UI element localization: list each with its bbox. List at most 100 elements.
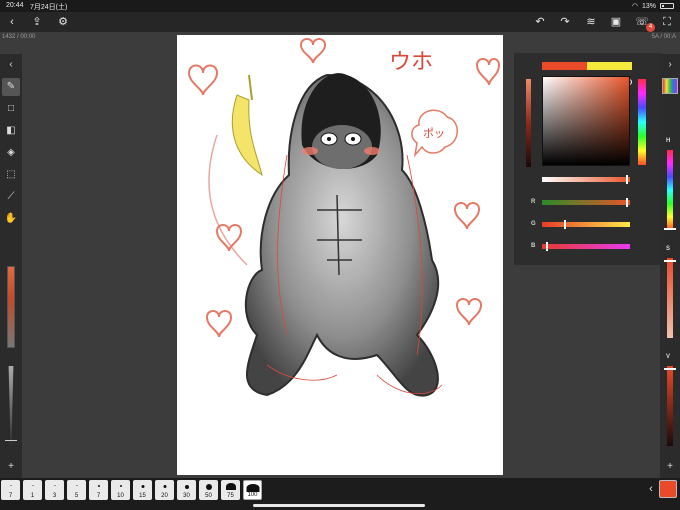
hue-bar[interactable] <box>667 150 673 230</box>
gorilla-pupil-left <box>327 137 331 141</box>
current-color-swatch[interactable] <box>659 480 677 498</box>
select-tool-icon[interactable]: ⬚ <box>2 166 20 184</box>
share-icon[interactable]: ⇪ <box>29 14 45 30</box>
brush-size-label: 7 <box>96 493 101 499</box>
brush-dot <box>163 485 166 488</box>
heart <box>205 310 233 338</box>
fill-tool-icon[interactable]: ◈ <box>2 144 20 162</box>
brush-size-preset[interactable]: 7 <box>89 480 108 500</box>
brush-size-preset[interactable]: 7 <box>1 480 20 500</box>
brush-dot <box>97 485 100 487</box>
brush-size-preset[interactable]: 1 <box>23 480 42 500</box>
brush-size-preset[interactable]: 75 <box>221 480 240 500</box>
chevron-left-icon[interactable]: ‹ <box>643 481 659 497</box>
eyedropper-tool-icon[interactable]: ⟋ <box>2 188 20 206</box>
canvas-text-uho: ウホ <box>389 50 433 75</box>
g-slider[interactable] <box>542 220 630 229</box>
brush-dot <box>246 484 259 492</box>
hue-strip[interactable] <box>638 79 646 165</box>
left-tool-panel: ‹ ✎ □ ◧ ◈ ⬚ ⟋ ✋ + <box>0 54 22 478</box>
r-slider[interactable] <box>542 198 630 207</box>
banana <box>231 94 263 177</box>
brush-size-preset[interactable]: 20 <box>155 480 174 500</box>
value-strip[interactable] <box>526 79 531 167</box>
gorilla-blush-left <box>302 147 318 155</box>
heart <box>455 298 483 326</box>
collapse-right-icon[interactable]: › <box>661 56 679 74</box>
value-bar[interactable] <box>667 366 673 446</box>
r-label: R <box>531 199 536 205</box>
banana-stem <box>248 74 253 101</box>
canvas-text-pop: ポッ <box>423 127 445 140</box>
brush-size-preset[interactable]: 5 <box>67 480 86 500</box>
gear-icon[interactable]: ⚙ <box>55 14 71 30</box>
v-label: V <box>666 354 671 360</box>
hue-marker <box>664 228 676 230</box>
brush-size-preset[interactable]: 50 <box>199 480 218 500</box>
brush-dot <box>10 485 11 486</box>
brush-size-preset[interactable]: 10 <box>111 480 130 500</box>
right-panel: › H S V + <box>660 54 680 478</box>
brush-dot <box>119 485 122 487</box>
redo-icon[interactable]: ↷ <box>557 14 573 30</box>
eraser-tool-icon[interactable]: ◧ <box>2 122 20 140</box>
secondary-color-swatch[interactable] <box>587 62 632 70</box>
opacity-slider[interactable] <box>542 175 630 184</box>
heart <box>453 202 481 230</box>
brush-size-label: 1 <box>30 493 35 499</box>
saturation-bar[interactable] <box>667 258 673 338</box>
s-label: S <box>666 246 671 252</box>
saturation-value-box[interactable] <box>542 76 630 166</box>
primary-color-swatch[interactable] <box>542 62 587 70</box>
home-indicator <box>253 504 425 507</box>
collapse-left-icon[interactable]: ‹ <box>2 56 20 74</box>
brush-size-label: 100 <box>247 492 258 498</box>
brush-dot <box>32 485 33 486</box>
h-label: H <box>666 138 671 144</box>
drawing-artwork: ポッ ウホ <box>187 38 501 397</box>
heart <box>187 64 219 96</box>
brush-size-label: 30 <box>183 493 190 499</box>
slider-knob[interactable] <box>626 198 628 207</box>
status-bar: 20:44 7月24日(土) ◠ 13% <box>0 0 680 12</box>
slider-knob[interactable] <box>626 175 628 184</box>
image-icon[interactable]: ▣ <box>608 14 624 30</box>
opacity-marker <box>5 440 17 441</box>
brush-dot <box>205 484 212 490</box>
value-marker <box>664 368 676 370</box>
brush-size-label: 20 <box>161 493 168 499</box>
brush-size-preset[interactable]: 3 <box>45 480 64 500</box>
add-icon[interactable]: + <box>2 458 20 476</box>
brush-size-slider[interactable] <box>7 266 15 348</box>
undo-icon[interactable]: ↶ <box>532 14 548 30</box>
drawing-canvas[interactable]: ポッ ウホ <box>177 35 503 475</box>
wifi-icon: ◠ <box>631 3 638 10</box>
app-window: 20:44 7月24日(土) ◠ 13% ‹ ⇪ ⚙ ↶ ↷ ≋ ▣ ☏ 4 ⛶… <box>0 0 680 510</box>
brush-dot <box>76 485 77 486</box>
status-date: 7月24日(土) <box>30 4 68 11</box>
brush-size-preset[interactable]: 15 <box>133 480 152 500</box>
brush-size-preset[interactable]: 30 <box>177 480 196 500</box>
shape-tool-icon[interactable]: □ <box>2 100 20 118</box>
brush-size-preset-selected[interactable]: 100 <box>243 480 262 500</box>
brush-opacity-slider[interactable] <box>8 366 14 446</box>
gorilla-pupil-right <box>351 137 355 141</box>
slider-knob[interactable] <box>564 220 566 229</box>
layers-icon[interactable]: ≋ <box>583 14 599 30</box>
hand-tool-icon[interactable]: ✋ <box>2 210 20 228</box>
bottom-brush-bar: 7 1 3 5 7 10 15 20 30 50 75 100 ‹ <box>0 478 680 510</box>
g-label: G <box>531 221 536 227</box>
notification-badge: 4 <box>646 23 655 32</box>
slider-knob[interactable] <box>546 242 548 251</box>
brush-dot <box>141 485 144 488</box>
heart <box>475 58 501 86</box>
fullscreen-icon[interactable]: ⛶ <box>659 14 675 30</box>
brush-size-label: 15 <box>139 493 146 499</box>
pen-tool-icon[interactable]: ✎ <box>2 78 20 96</box>
back-icon[interactable]: ‹ <box>4 14 20 30</box>
palette-icon[interactable] <box>662 78 678 94</box>
brush-size-label: 5 <box>74 493 79 499</box>
brush-dot <box>184 485 189 489</box>
b-slider[interactable] <box>542 242 630 251</box>
add-icon[interactable]: + <box>661 458 679 476</box>
